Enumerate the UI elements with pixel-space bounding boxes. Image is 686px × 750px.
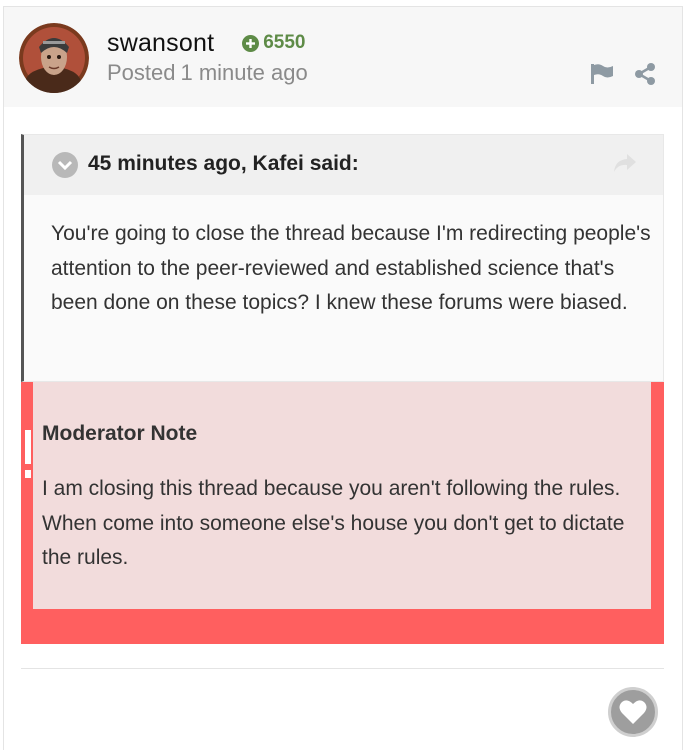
chevron-down-circle-icon[interactable] [52,152,78,178]
quote-citation: 45 minutes ago, Kafei said: [88,152,359,175]
avatar[interactable] [19,23,89,93]
quote-block: 45 minutes ago, Kafei said: You're going… [21,134,664,382]
author-line: swansont 6550 [107,27,306,59]
reputation-badge[interactable]: 6550 [242,32,306,54]
plus-circle-icon [242,34,260,52]
quote-body: You're going to close the thread because… [51,222,651,314]
like-button[interactable] [608,687,658,737]
reputation-count: 6550 [263,32,306,53]
post-card: swansont 6550 Posted 1 minute ago 45 min… [3,6,683,750]
post-date: Posted 1 minute ago [107,60,308,86]
heart-icon [619,700,647,724]
flag-icon[interactable] [590,64,614,84]
arrow-share-icon[interactable] [613,153,637,173]
posted-time[interactable]: 1 minute ago [181,60,308,85]
moderator-note: Moderator Note I am closing this thread … [21,382,664,644]
quote-header: 45 minutes ago, Kafei said: [24,135,663,195]
exclamation-icon [25,430,31,478]
author-name[interactable]: swansont [107,29,214,58]
divider [21,668,664,669]
moderator-note-text: I am closing this thread because you are… [42,477,625,569]
moderator-note-content: Moderator Note I am closing this thread … [33,382,651,609]
post-header: swansont 6550 Posted 1 minute ago [4,7,682,107]
posted-prefix: Posted [107,60,176,85]
moderator-note-title: Moderator Note [42,422,198,445]
share-icon[interactable] [634,63,656,85]
